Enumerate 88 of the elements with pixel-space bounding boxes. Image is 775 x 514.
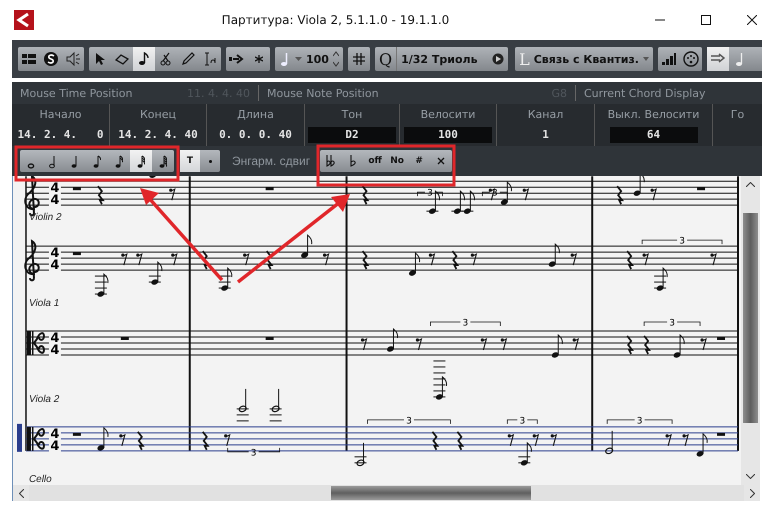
enharmonic-button[interactable]: off xyxy=(364,150,386,172)
double-sharp-icon xyxy=(437,157,446,165)
tuplet-number: 3 xyxy=(250,448,257,458)
spin-arrows-icon xyxy=(332,51,339,67)
scroll-left-button[interactable] xyxy=(13,485,29,501)
step-input-button[interactable] xyxy=(706,47,729,71)
tool-button[interactable] xyxy=(133,47,155,71)
sixty-fourth-note-icon xyxy=(158,154,168,168)
value-field[interactable]: D2 xyxy=(308,127,396,143)
caret-icon xyxy=(642,57,649,61)
value-text: 1 xyxy=(542,127,549,143)
asterisk-icon xyxy=(255,55,263,63)
staff-name: Cello xyxy=(28,474,52,485)
chevron-up-icon xyxy=(746,182,755,187)
grid-icon xyxy=(352,53,365,65)
value-field[interactable]: 64 xyxy=(610,127,698,143)
eraser-icon xyxy=(115,52,129,66)
chord-display-label: Current Chord Display xyxy=(584,86,706,100)
column-header: Начало xyxy=(39,108,82,121)
enharmonic-button[interactable]: No xyxy=(386,150,408,172)
mouse-note-label: Mouse Note Position xyxy=(267,86,379,100)
list-icon xyxy=(22,53,36,65)
sixteenth-note-icon xyxy=(114,154,124,168)
enharmonic-button[interactable]: # xyxy=(408,150,430,172)
quantize-dropdown[interactable]: 1/32 Триоль xyxy=(396,47,508,71)
tuplet-number: 3 xyxy=(669,318,675,328)
staff-name: Viola 1 xyxy=(28,298,60,310)
play-circle-icon xyxy=(492,53,504,65)
vertical-scrollbar-thumb[interactable] xyxy=(743,213,758,423)
staff-name: Violin 2 xyxy=(28,212,62,224)
value-text: 0. 0. 0. 40 xyxy=(219,127,292,143)
arrow-right-icon xyxy=(710,53,725,65)
eighth-note-icon xyxy=(92,154,102,168)
arrow-pointer-icon xyxy=(93,52,107,66)
column-header: Конец xyxy=(140,108,176,121)
enharmonic-shift-label: Энгарм. сдвиг xyxy=(232,154,310,168)
value-text: 14. 2. 4. 0 xyxy=(17,127,104,143)
column-header: Го xyxy=(730,108,744,121)
time-signature-numeral: 4 xyxy=(50,193,60,208)
horizontal-scrollbar-thumb[interactable] xyxy=(331,486,531,500)
length-label: L xyxy=(519,50,530,68)
circled-s-icon xyxy=(43,51,59,67)
velocity-spinner[interactable]: 100 xyxy=(275,47,343,71)
chevron-down-icon xyxy=(746,474,755,479)
thirty-second-note-icon xyxy=(136,154,146,168)
column-header: Выкл. Велосити xyxy=(608,108,700,121)
double-flat-icon xyxy=(326,155,336,167)
text-button[interactable]: T xyxy=(180,150,200,172)
pencil-icon xyxy=(181,52,195,66)
app-logo-icon xyxy=(14,10,34,30)
time-signature-numeral: 4 xyxy=(50,258,60,274)
column-header: Длина xyxy=(237,108,274,121)
value-field[interactable]: 100 xyxy=(404,127,492,143)
speaker-icon xyxy=(65,51,81,67)
tuplet-number: 3 xyxy=(679,236,685,247)
tuplet-number: 3 xyxy=(519,416,526,426)
treble-clef-icon xyxy=(24,240,40,282)
chevron-left-icon xyxy=(18,488,24,498)
staff-name: Viola 2 xyxy=(28,394,60,405)
note-icon xyxy=(137,52,151,66)
alto-clef-icon xyxy=(26,331,45,355)
column-header: Канал xyxy=(528,108,564,121)
scissors-icon xyxy=(159,52,173,66)
value-text: 14. 2. 4. 40 xyxy=(118,127,198,143)
flat-icon xyxy=(350,155,356,167)
bar-steps-icon xyxy=(662,53,676,65)
tuplet-number: 3 xyxy=(636,416,642,426)
tuplet-number: 3 xyxy=(406,416,412,426)
column-header: Велосити xyxy=(420,108,476,121)
caret-icon xyxy=(295,57,302,61)
chevron-right-icon xyxy=(750,488,754,498)
mouse-time-label: Mouse Time Position xyxy=(20,86,132,100)
close-icon xyxy=(747,15,757,25)
alto-clef-icon xyxy=(26,426,45,451)
quantize-button[interactable]: Q xyxy=(374,47,396,71)
column-header: Тон xyxy=(342,108,362,121)
window-title: Партитура: Viola 2, 5.1.1.0 - 19.1.1.0 xyxy=(220,13,450,27)
arrow-right-icon xyxy=(229,52,245,66)
text-cursor-icon xyxy=(203,52,217,66)
maximize-icon xyxy=(701,15,711,25)
length-quantize-dropdown[interactable]: L Связь с Квантиз. xyxy=(515,47,653,71)
dot-icon xyxy=(208,160,212,162)
note-icon xyxy=(734,52,745,66)
whole-note-icon xyxy=(27,162,35,168)
note-value-button[interactable] xyxy=(130,150,152,172)
tuplet-number: 3 xyxy=(462,318,468,328)
scroll-right-button[interactable] xyxy=(744,485,760,501)
midi-port-icon xyxy=(682,51,699,67)
